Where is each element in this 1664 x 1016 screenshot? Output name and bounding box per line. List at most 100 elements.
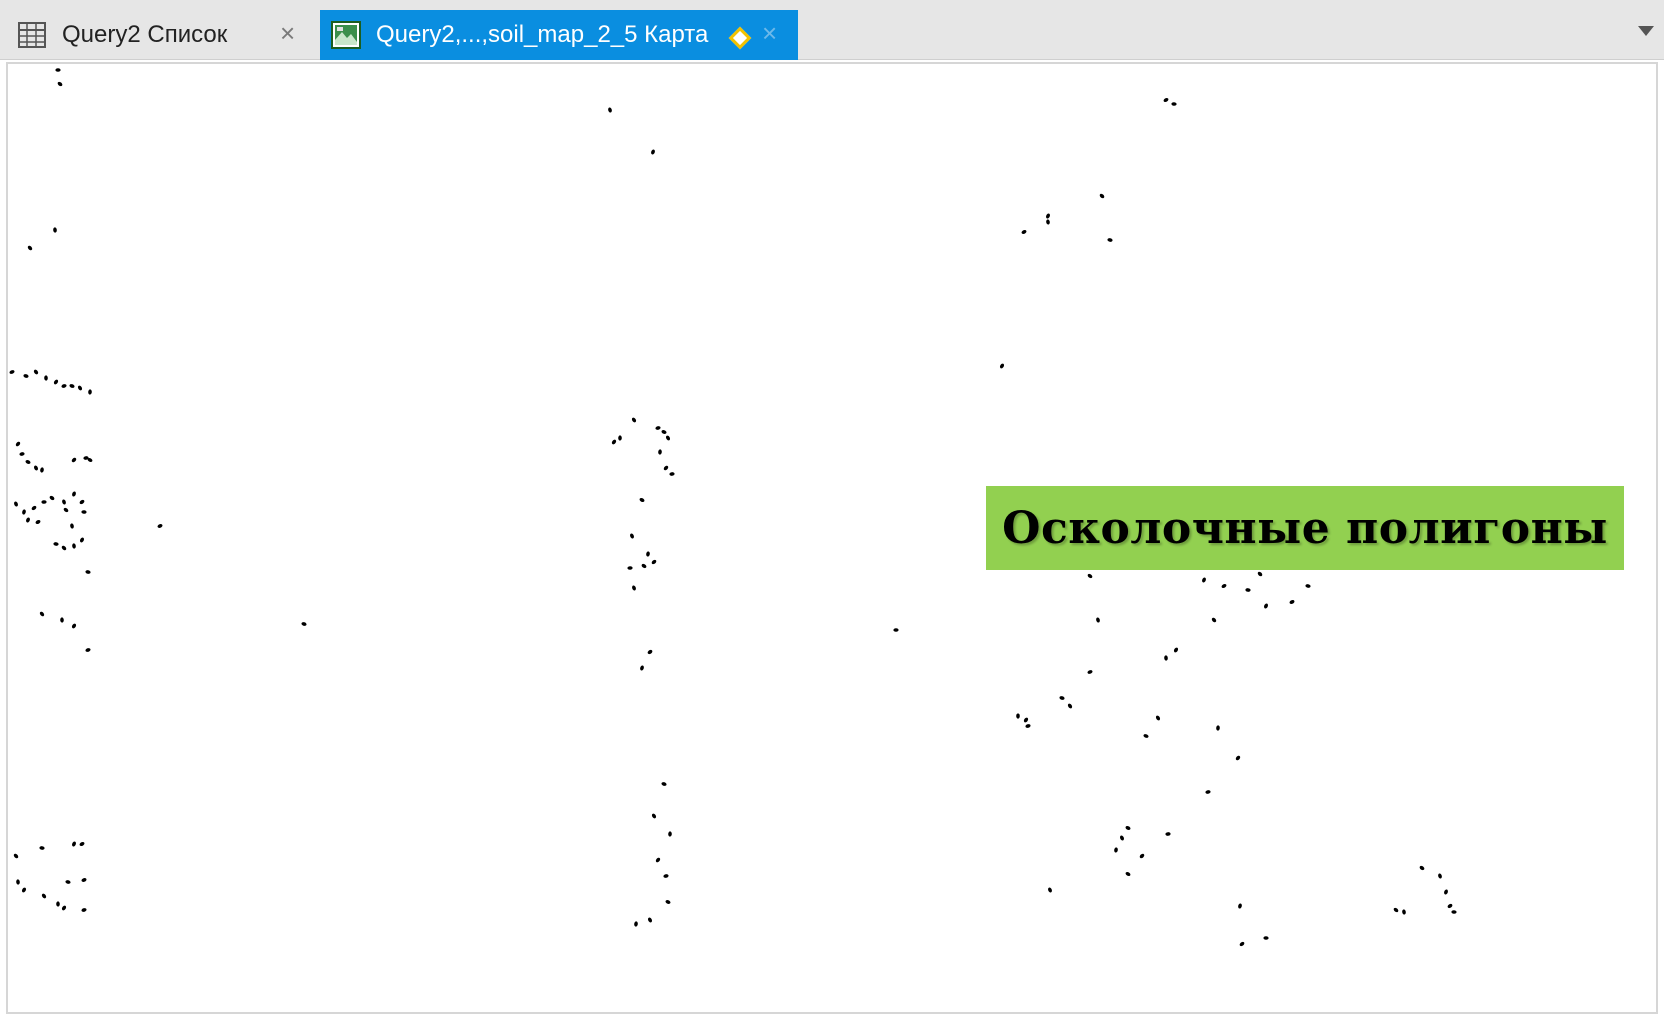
sliver-polygon[interactable] (1059, 696, 1065, 701)
sliver-polygon[interactable] (1046, 219, 1051, 225)
sliver-polygon[interactable] (81, 877, 87, 882)
sliver-polygon[interactable] (1099, 193, 1105, 199)
sliver-polygon[interactable] (893, 628, 899, 632)
sliver-polygon[interactable] (25, 517, 30, 523)
sliver-polygon[interactable] (53, 379, 59, 385)
sliver-polygon[interactable] (44, 375, 48, 381)
sliver-polygon[interactable] (1025, 724, 1031, 729)
sliver-polygon[interactable] (9, 369, 15, 374)
sliver-polygon[interactable] (1173, 647, 1179, 653)
sliver-polygon[interactable] (1125, 871, 1131, 877)
sliver-polygon[interactable] (71, 457, 77, 463)
sliver-polygon[interactable] (1289, 599, 1295, 605)
sliver-polygon[interactable] (13, 853, 19, 859)
sliver-polygon[interactable] (1447, 903, 1453, 909)
sliver-polygon[interactable] (1143, 733, 1149, 738)
sliver-polygon[interactable] (611, 439, 617, 445)
sliver-polygon[interactable] (69, 383, 75, 388)
sliver-polygon[interactable] (655, 857, 661, 863)
sliver-polygon[interactable] (1164, 655, 1168, 661)
sliver-polygon[interactable] (79, 841, 85, 847)
sliver-polygon[interactable] (1047, 887, 1052, 893)
sliver-polygon[interactable] (655, 426, 661, 431)
sliver-polygon[interactable] (1201, 577, 1206, 583)
sliver-polygon[interactable] (23, 374, 29, 379)
sliver-polygon[interactable] (1087, 573, 1093, 579)
sliver-polygon[interactable] (1205, 790, 1211, 795)
sliver-polygon[interactable] (661, 781, 667, 786)
sliver-polygon[interactable] (650, 149, 655, 155)
sliver-polygon[interactable] (618, 435, 622, 441)
sliver-polygon[interactable] (39, 611, 45, 617)
sliver-polygon[interactable] (41, 500, 47, 504)
sliver-polygon[interactable] (1419, 865, 1425, 871)
sliver-polygon[interactable] (1125, 825, 1131, 831)
sliver-polygon[interactable] (641, 563, 647, 569)
sliver-polygon[interactable] (79, 537, 85, 543)
sliver-polygon[interactable] (1221, 583, 1227, 589)
sliver-polygon[interactable] (665, 899, 671, 904)
sliver-polygon[interactable] (646, 551, 651, 557)
sliver-polygon[interactable] (647, 917, 653, 923)
sliver-polygon[interactable] (61, 545, 67, 551)
sliver-polygon[interactable] (640, 665, 645, 671)
sliver-polygon[interactable] (651, 559, 657, 565)
sliver-polygon[interactable] (1021, 229, 1027, 235)
sliver-polygon[interactable] (61, 499, 66, 505)
sliver-polygon[interactable] (56, 901, 60, 907)
sliver-polygon[interactable] (13, 501, 18, 507)
sliver-polygon[interactable] (31, 505, 37, 511)
sliver-polygon[interactable] (668, 831, 672, 837)
sliver-polygon[interactable] (157, 523, 163, 528)
sliver-polygon[interactable] (1443, 889, 1448, 895)
sliver-polygon[interactable] (57, 81, 63, 87)
sliver-polygon[interactable] (663, 874, 669, 879)
sliver-polygon[interactable] (41, 893, 47, 899)
sliver-polygon[interactable] (77, 385, 83, 391)
sliver-polygon[interactable] (1045, 213, 1051, 219)
sliver-polygon[interactable] (661, 429, 667, 434)
sliver-polygon[interactable] (1451, 910, 1457, 914)
sliver-polygon[interactable] (1096, 617, 1101, 623)
sliver-polygon[interactable] (40, 467, 44, 473)
sliver-polygon[interactable] (1023, 717, 1029, 723)
sliver-polygon[interactable] (70, 523, 75, 529)
sliver-polygon[interactable] (629, 533, 634, 539)
sliver-polygon[interactable] (1163, 97, 1169, 103)
sliver-polygon[interactable] (39, 846, 45, 850)
sliver-polygon[interactable] (19, 452, 25, 457)
sliver-polygon[interactable] (71, 841, 76, 847)
chevron-down-icon[interactable] (1638, 26, 1654, 36)
sliver-polygon[interactable] (669, 472, 675, 476)
sliver-polygon[interactable] (651, 813, 657, 819)
sliver-polygon[interactable] (53, 542, 59, 546)
sliver-polygon[interactable] (81, 907, 87, 912)
sliver-polygon[interactable] (665, 435, 671, 441)
sliver-polygon[interactable] (49, 495, 55, 501)
sliver-polygon[interactable] (65, 880, 71, 885)
sliver-polygon[interactable] (1257, 571, 1263, 577)
sliver-polygon[interactable] (1263, 936, 1269, 940)
sliver-polygon[interactable] (85, 647, 91, 652)
sliver-polygon[interactable] (60, 617, 64, 623)
sliver-polygon[interactable] (1238, 903, 1243, 909)
sliver-polygon[interactable] (663, 465, 669, 471)
sliver-polygon[interactable] (608, 107, 613, 113)
sliver-polygon[interactable] (1107, 238, 1113, 242)
sliver-polygon[interactable] (63, 507, 69, 513)
sliver-polygon[interactable] (79, 499, 85, 505)
sliver-polygon[interactable] (61, 384, 67, 389)
sliver-polygon[interactable] (1239, 941, 1245, 947)
sliver-polygon[interactable] (27, 245, 33, 251)
sliver-polygon[interactable] (25, 459, 31, 464)
sliver-polygon[interactable] (55, 68, 61, 72)
sliver-polygon[interactable] (631, 585, 636, 591)
sliver-polygon[interactable] (15, 441, 21, 447)
sliver-polygon[interactable] (1263, 603, 1269, 609)
sliver-polygon[interactable] (33, 465, 39, 471)
sliver-polygon[interactable] (1235, 755, 1241, 761)
sliver-polygon[interactable] (61, 905, 67, 911)
sliver-polygon[interactable] (634, 921, 638, 927)
sliver-polygon[interactable] (1155, 715, 1161, 721)
sliver-polygon[interactable] (22, 509, 27, 515)
